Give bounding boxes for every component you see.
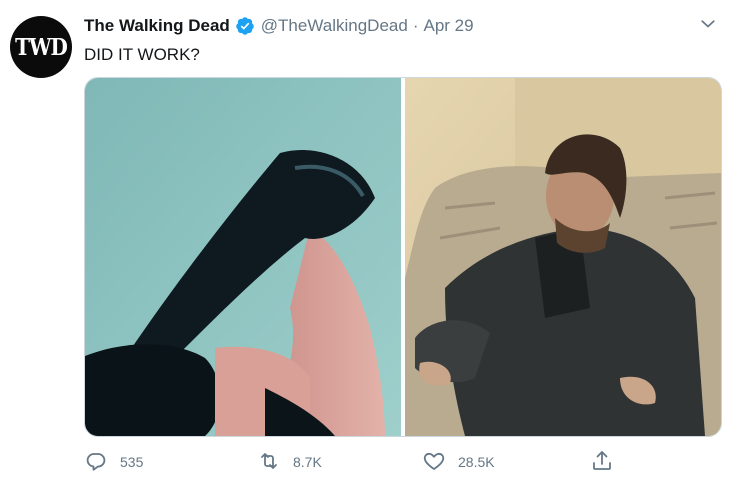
tweet-media[interactable] (84, 77, 722, 437)
tweet-card[interactable]: TWD The Walking Dead @TheWalkingDead · A… (0, 0, 732, 490)
reply-icon (84, 449, 108, 476)
verified-badge-icon (235, 16, 255, 36)
media-photo-left[interactable] (85, 78, 401, 436)
media-photo-right[interactable] (405, 78, 721, 436)
separator-dot: · (412, 16, 419, 35)
share-button[interactable] (590, 446, 614, 478)
display-name[interactable]: The Walking Dead (84, 16, 230, 36)
tweet-actions: 535 8.7K 28.5K (80, 446, 640, 478)
user-handle[interactable]: @TheWalkingDead (261, 16, 408, 36)
like-count: 28.5K (458, 454, 495, 470)
tweet-date[interactable]: Apr 29 (423, 16, 473, 36)
man-in-chair-photo (405, 78, 721, 436)
reply-button[interactable]: 535 (84, 446, 143, 478)
avatar-logo-text: TWD (15, 33, 68, 61)
boots-photo (85, 78, 401, 436)
reply-count: 535 (120, 454, 144, 470)
tweet-header: The Walking Dead @TheWalkingDead · Apr 2… (84, 14, 474, 38)
retweet-count: 8.7K (293, 454, 322, 470)
tweet-text: DID IT WORK? (84, 45, 200, 64)
avatar[interactable]: TWD (10, 16, 72, 78)
retweet-icon (257, 449, 281, 476)
share-icon (590, 449, 614, 476)
heart-icon (422, 449, 446, 476)
retweet-button[interactable]: 8.7K (257, 446, 322, 478)
chevron-down-icon[interactable] (698, 14, 718, 34)
like-button[interactable]: 28.5K (422, 446, 495, 478)
